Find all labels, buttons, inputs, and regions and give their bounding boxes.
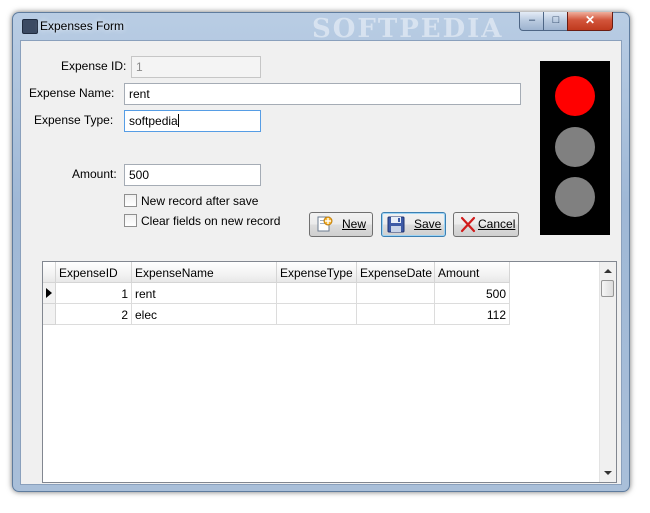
minimize-button[interactable]: – [519, 12, 545, 31]
column-header-expenseid[interactable]: ExpenseID [56, 262, 132, 283]
grid-vertical-scrollbar[interactable] [599, 262, 616, 482]
maximize-button[interactable]: □ [543, 12, 569, 31]
row-header[interactable] [43, 304, 56, 325]
red-x-icon [460, 216, 476, 233]
red-lamp-lit [555, 76, 595, 116]
new-button[interactable]: New [309, 212, 373, 237]
amount-field[interactable]: 500 [124, 164, 261, 186]
cancel-button[interactable]: Cancel [453, 212, 519, 237]
expense-name-label: Expense Name: [29, 86, 115, 100]
table-cell-amount[interactable]: 500 [435, 283, 510, 304]
close-button[interactable]: ✕ [567, 12, 613, 31]
table-cell-expensedate[interactable] [357, 283, 435, 304]
table-cell-amount[interactable]: 112 [435, 304, 510, 325]
checkbox-box[interactable] [124, 194, 137, 207]
row-header-current[interactable] [43, 283, 56, 304]
scroll-down-arrow-icon[interactable] [604, 471, 612, 475]
green-lamp-off [555, 177, 595, 217]
expense-type-field[interactable]: softpedia [124, 110, 261, 132]
clear-fields-checkbox[interactable]: Clear fields on new record [124, 214, 280, 228]
expense-id-label: Expense ID: [61, 59, 127, 73]
table-cell-expensetype[interactable] [277, 283, 357, 304]
column-header-expensename[interactable]: ExpenseName [132, 262, 277, 283]
grid-corner-header [43, 262, 56, 283]
clear-fields-label: Clear fields on new record [141, 214, 281, 228]
column-header-expensedate[interactable]: ExpenseDate [357, 262, 435, 283]
yellow-lamp-off [555, 127, 595, 167]
column-header-expensetype[interactable]: ExpenseType [277, 262, 357, 283]
checkbox-box[interactable] [124, 214, 137, 227]
amount-label: Amount: [72, 167, 117, 181]
expense-type-value: softpedia [129, 114, 178, 128]
cancel-button-label: Cancel [478, 217, 516, 231]
table-cell-expenseid[interactable]: 1 [56, 283, 132, 304]
scroll-up-arrow-icon[interactable] [604, 269, 612, 273]
expenses-grid[interactable]: ExpenseID ExpenseName ExpenseType Expens… [42, 261, 617, 483]
table-cell-expensename[interactable]: elec [132, 304, 277, 325]
column-header-amount[interactable]: Amount [435, 262, 510, 283]
save-button[interactable]: Save [381, 212, 446, 237]
save-button-label: Save [414, 217, 442, 231]
expense-name-field[interactable]: rent [124, 83, 521, 105]
title-bar[interactable]: SOFTPEDIA Expenses Form – □ ✕ [12, 12, 630, 44]
expenses-form-window: SOFTPEDIA Expenses Form – □ ✕ Expense ID… [12, 12, 630, 492]
scroll-thumb[interactable] [601, 280, 614, 297]
app-icon [22, 19, 38, 34]
status-traffic-light [540, 61, 610, 235]
text-caret [177, 114, 179, 127]
floppy-disk-icon [387, 216, 405, 233]
table-cell-expensename[interactable]: rent [132, 283, 277, 304]
grid-content: ExpenseID ExpenseName ExpenseType Expens… [43, 262, 601, 482]
new-button-label: New [342, 217, 367, 231]
new-document-icon [317, 216, 333, 232]
window-title: Expenses Form [40, 19, 125, 33]
table-cell-expenseid[interactable]: 2 [56, 304, 132, 325]
table-cell-expensetype[interactable] [277, 304, 357, 325]
table-cell-expensedate[interactable] [357, 304, 435, 325]
expense-type-label: Expense Type: [34, 113, 114, 127]
form-client-area: Expense ID: 1 Expense Name: rent Expense… [20, 40, 622, 485]
new-record-after-save-label: New record after save [141, 194, 259, 208]
expense-id-field: 1 [131, 56, 261, 78]
new-record-after-save-checkbox[interactable]: New record after save [124, 194, 258, 208]
current-row-arrow-icon [46, 288, 52, 298]
